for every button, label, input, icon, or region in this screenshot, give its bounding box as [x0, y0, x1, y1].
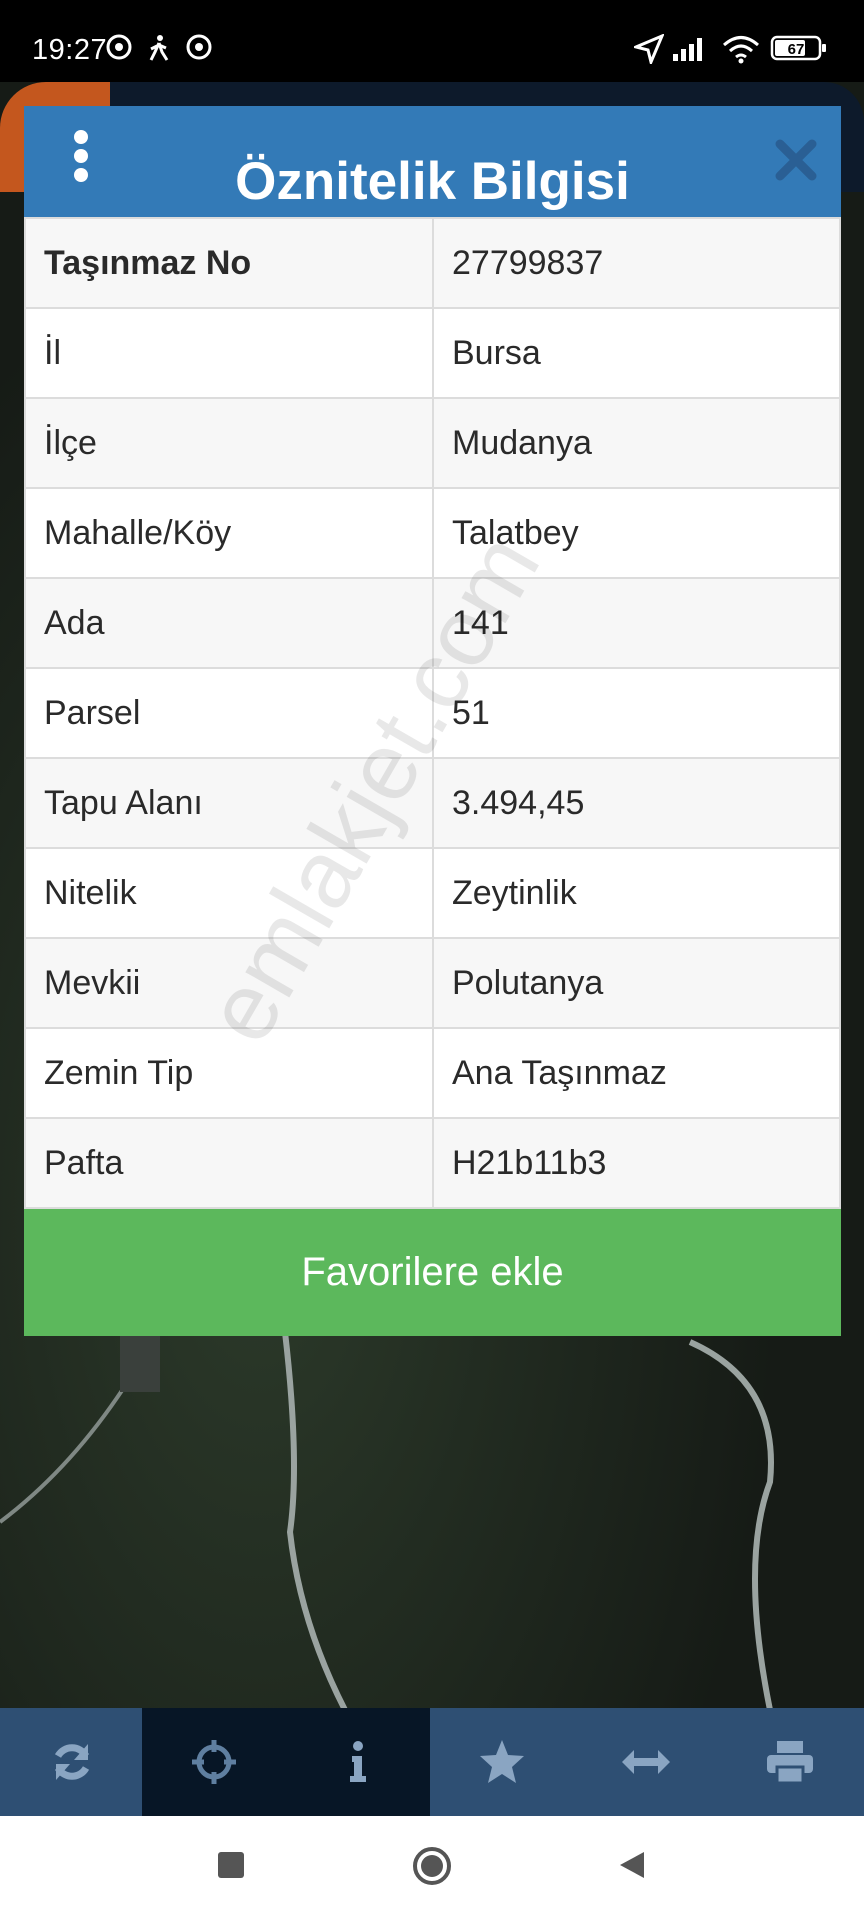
attr-value: 27799837 — [432, 217, 841, 309]
status-time: 19:27 — [32, 34, 108, 66]
walking-icon — [146, 34, 172, 67]
star-icon — [480, 1740, 524, 1783]
table-row: Mahalle/Köy Talatbey — [24, 487, 841, 579]
locate-button[interactable] — [142, 1708, 286, 1816]
attr-value: Bursa — [432, 307, 841, 399]
measure-button[interactable] — [574, 1708, 718, 1816]
attr-value: 51 — [432, 667, 841, 759]
print-icon — [767, 1741, 813, 1785]
attr-key: Pafta — [24, 1117, 434, 1209]
location-arrow-icon — [631, 33, 665, 69]
attr-key: İlçe — [24, 397, 434, 489]
attr-value: 141 — [432, 577, 841, 669]
battery-icon: 67 — [770, 34, 828, 67]
attr-key: İl — [24, 307, 434, 399]
home-button[interactable] — [412, 1846, 452, 1891]
table-row: Ada 141 — [24, 577, 841, 669]
table-row: Nitelik Zeytinlik — [24, 847, 841, 939]
attr-value: Zeytinlik — [432, 847, 841, 939]
refresh-button[interactable] — [0, 1708, 144, 1816]
table-row: Tapu Alanı 3.494,45 — [24, 757, 841, 849]
attr-key: Taşınmaz No — [24, 217, 434, 309]
triangle-back-icon — [620, 1852, 644, 1878]
table-row: İlçe Mudanya — [24, 397, 841, 489]
info-icon — [350, 1741, 366, 1782]
attr-value: H21b11b3 — [432, 1117, 841, 1209]
dialog-title: Öznitelik Bilgisi — [235, 152, 630, 211]
attr-key: Parsel — [24, 667, 434, 759]
attr-value: 3.494,45 — [432, 757, 841, 849]
print-button[interactable] — [718, 1708, 862, 1816]
crosshair-icon — [192, 1740, 236, 1784]
attr-key: Nitelik — [24, 847, 434, 939]
attr-key: Ada — [24, 577, 434, 669]
add-favorite-button[interactable]: Favorilere ekle — [24, 1209, 841, 1336]
dialog-header: Öznitelik Bilgisi — [24, 106, 841, 217]
info-button[interactable] — [286, 1708, 430, 1816]
square-icon — [218, 1852, 244, 1878]
chrome-icon — [106, 34, 132, 65]
signal-icon — [672, 34, 708, 67]
back-button[interactable] — [616, 1850, 646, 1885]
attr-value: Ana Taşınmaz — [432, 1027, 841, 1119]
attr-value: Polutanya — [432, 937, 841, 1029]
table-row: Taşınmaz No 27799837 — [24, 217, 841, 309]
favorites-button[interactable] — [430, 1708, 574, 1816]
close-icon[interactable] — [772, 136, 820, 184]
attr-key: Mevkii — [24, 937, 434, 1029]
attr-value: Mudanya — [432, 397, 841, 489]
attribute-table: Taşınmaz No 27799837 İl Bursa İlçe Mudan… — [24, 217, 841, 1209]
attr-key: Mahalle/Köy — [24, 487, 434, 579]
battery-level: 67 — [788, 41, 805, 58]
system-nav-bar — [0, 1816, 864, 1920]
chrome-icon — [186, 34, 212, 65]
table-row: Zemin Tip Ana Taşınmaz — [24, 1027, 841, 1119]
attr-key: Tapu Alanı — [24, 757, 434, 849]
wifi-icon — [722, 34, 760, 69]
bottom-toolbar — [0, 1708, 864, 1816]
table-row: İl Bursa — [24, 307, 841, 399]
attr-value: Talatbey — [432, 487, 841, 579]
attr-key: Zemin Tip — [24, 1027, 434, 1119]
recents-button[interactable] — [216, 1850, 246, 1885]
table-row: Parsel 51 — [24, 667, 841, 759]
status-bar: 19:27 67 — [0, 0, 864, 88]
attribute-dialog: Öznitelik Bilgisi Taşınmaz No 27799837 İ… — [24, 106, 841, 1336]
table-row: Pafta H21b11b3 — [24, 1117, 841, 1209]
table-row: Mevkii Polutanya — [24, 937, 841, 1029]
circle-icon — [413, 1847, 451, 1885]
refresh-icon — [54, 1744, 90, 1780]
measure-icon — [622, 1750, 670, 1774]
